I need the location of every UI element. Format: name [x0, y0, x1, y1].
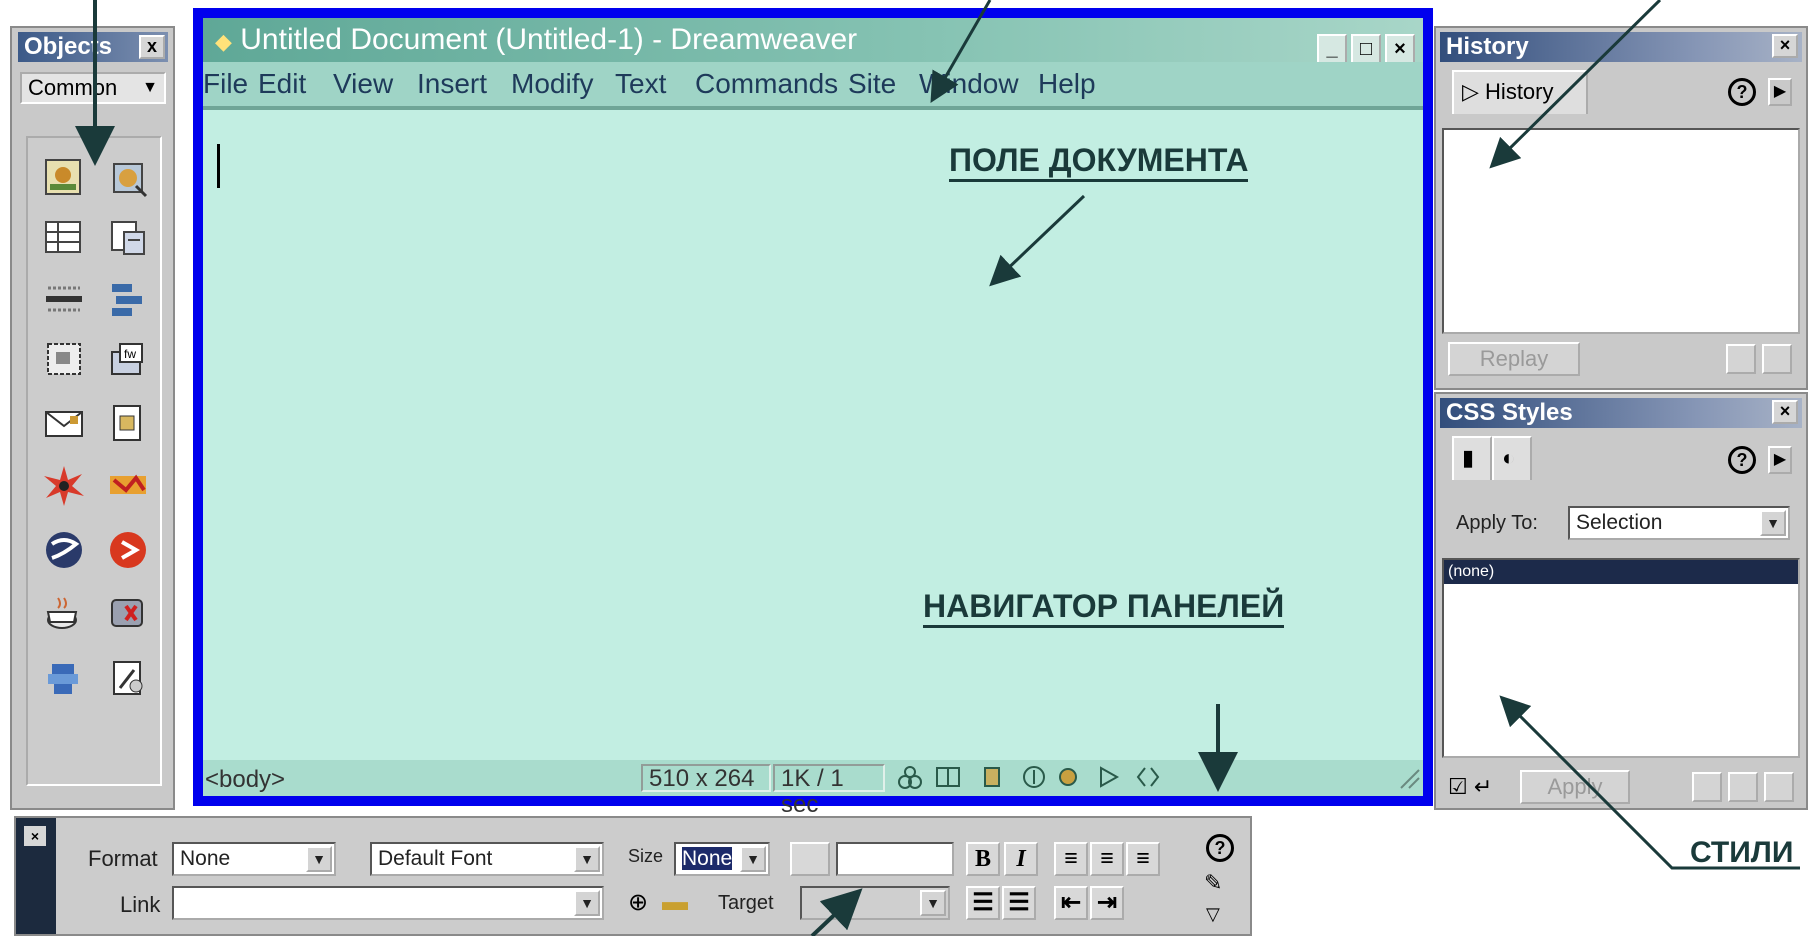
arrow-properties: [810, 888, 863, 936]
annotation-arrows: [75, 0, 1800, 936]
arrow-menu: [930, 0, 992, 103]
arrow-document: [989, 194, 1086, 287]
arrow-history: [1489, 0, 1662, 169]
arrow-styles: [1499, 695, 1800, 870]
